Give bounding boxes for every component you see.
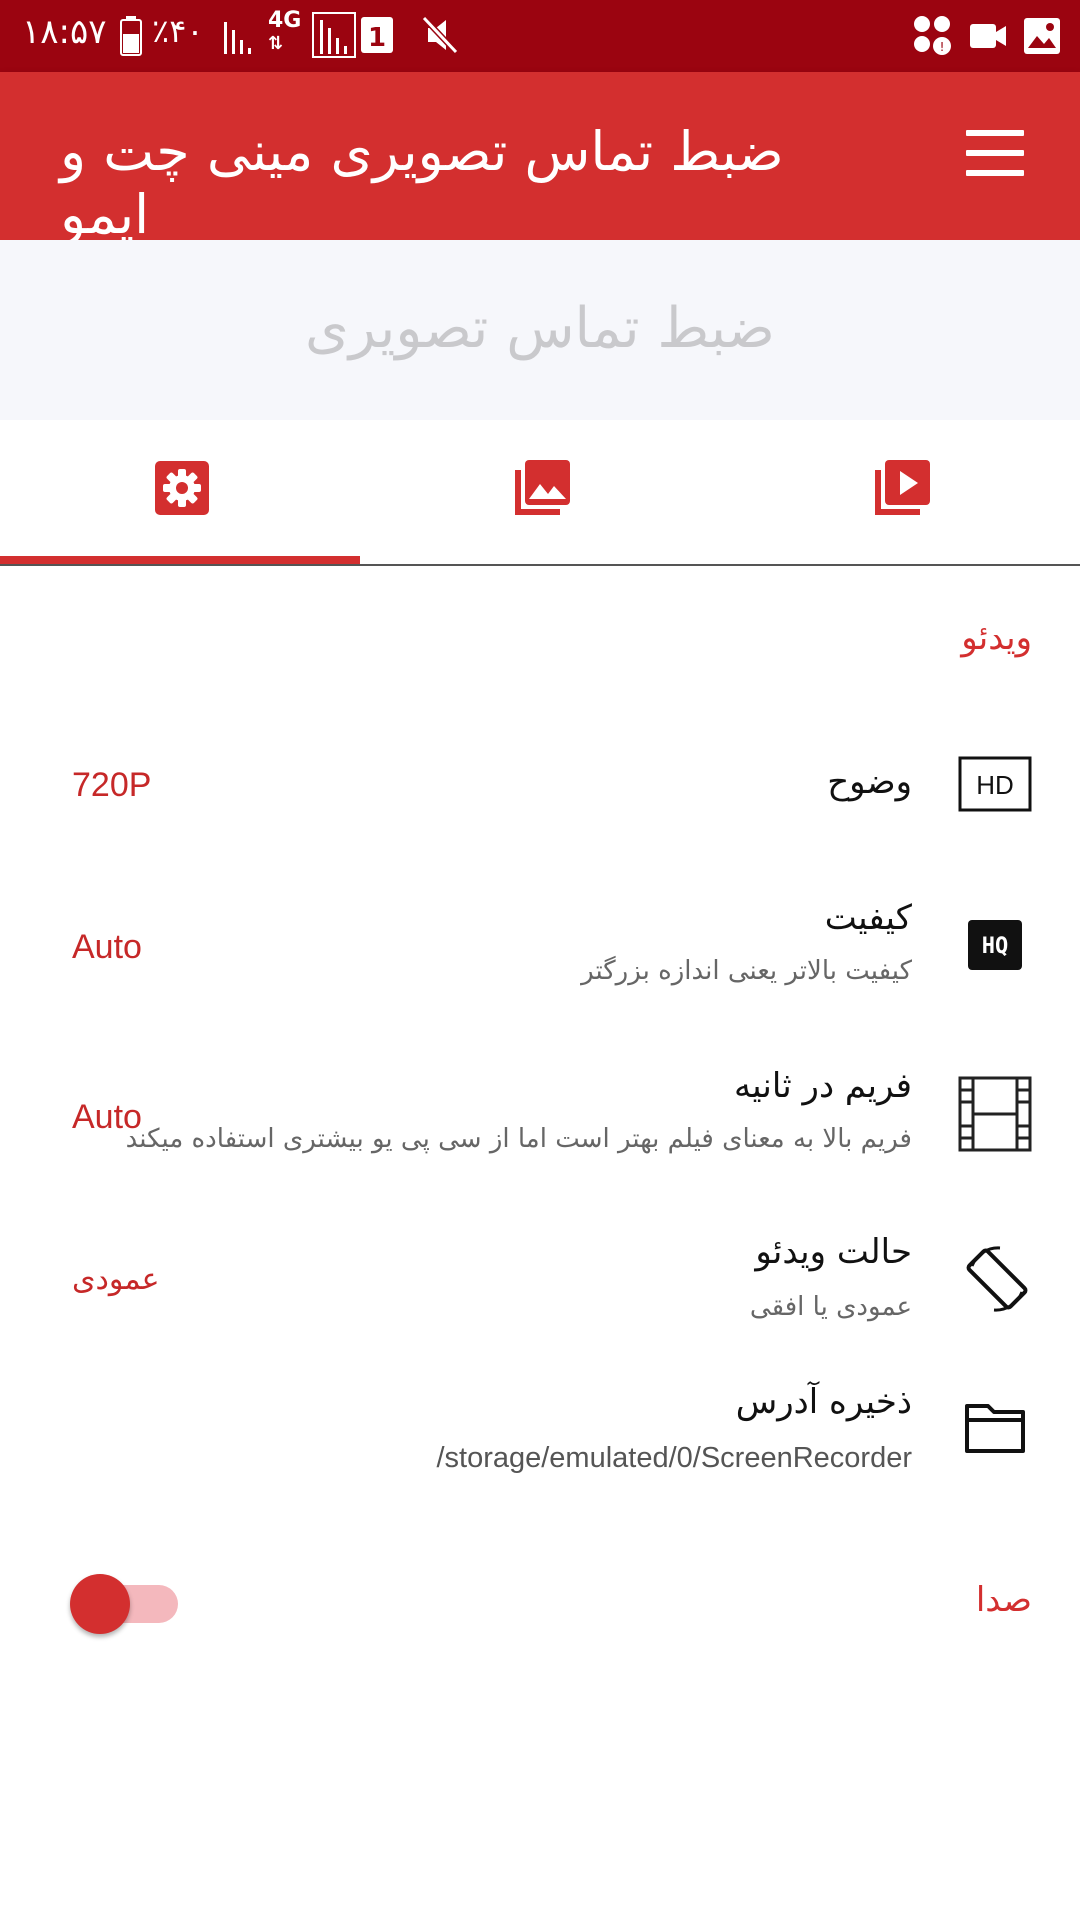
videocam-icon — [970, 24, 1006, 48]
tab-settings[interactable] — [0, 420, 360, 564]
toggle-thumb — [70, 1574, 130, 1634]
setting-title: ذخیره آدرس — [735, 1382, 912, 1422]
setting-title: وضوح — [827, 762, 912, 802]
svg-text:!: ! — [940, 40, 945, 54]
setting-save-path[interactable]: ذخیره آدرس /storage/emulated/0/ScreenRec… — [0, 1376, 1080, 1506]
banner: ضبط تماس تصویری — [0, 240, 1080, 420]
setting-orientation[interactable]: حالت ویدئو عمودی یا افقی عمودی — [0, 1220, 1080, 1350]
setting-quality[interactable]: HQ کیفیت کیفیت بالاتر یعنی اندازه بزرگتر… — [0, 890, 1080, 1020]
svg-text:HD: HD — [976, 770, 1014, 800]
section-title-video: ویدئو — [961, 618, 1032, 658]
screen-rotation-icon — [966, 1246, 1028, 1312]
svg-text:1: 1 — [368, 23, 386, 53]
mute-icon — [421, 15, 459, 55]
signal-strength-icon — [312, 12, 356, 58]
signal-icon — [224, 22, 251, 54]
film-strip-icon — [958, 1076, 1032, 1152]
photo-library-icon — [515, 460, 570, 515]
menu-icon-bar — [966, 170, 1024, 176]
gear-icon — [155, 461, 209, 515]
battery-percent: ٪۴۰ — [152, 12, 204, 50]
sound-toggle[interactable] — [70, 1570, 180, 1634]
apps-notification-icon: ! — [914, 16, 951, 55]
svg-text:HQ: HQ — [982, 934, 1009, 959]
setting-subtitle: فریم بالا به معنای فیلم بهتر است اما از … — [125, 1124, 912, 1154]
tab-gallery[interactable] — [360, 420, 720, 564]
status-time: ۱۸:۵۷ — [22, 12, 107, 52]
sim-icon: 1 — [361, 17, 393, 53]
setting-title: کیفیت — [824, 898, 912, 938]
hd-icon: HD — [958, 756, 1032, 812]
status-bar: ۱۸:۵۷ ٪۴۰ 4G ⇅ 1 ! — [0, 0, 1080, 72]
image-icon — [1024, 18, 1060, 54]
setting-fps[interactable]: فریم در ثانیه فریم بالا به معنای فیلم به… — [0, 1060, 1080, 1190]
tab-videos[interactable] — [720, 420, 1080, 564]
menu-icon-bar — [966, 150, 1024, 156]
menu-icon — [966, 130, 1024, 136]
banner-text: ضبط تماس تصویری — [305, 296, 775, 361]
setting-subtitle: عمودی یا افقی — [749, 1292, 912, 1322]
folder-icon — [965, 1404, 1025, 1453]
menu-button[interactable] — [966, 130, 1024, 180]
app-title: ضبط تماس تصویری مینی چت و ایمو — [60, 120, 784, 246]
hq-icon: HQ — [968, 920, 1022, 970]
app-bar: ضبط تماس تصویری مینی چت و ایمو — [0, 72, 1080, 246]
setting-value: Auto — [72, 1098, 142, 1136]
setting-title: حالت ویدئو — [755, 1232, 912, 1272]
setting-title: فریم در ثانیه — [733, 1066, 912, 1106]
setting-value: 720P — [72, 766, 152, 804]
battery-icon — [120, 16, 142, 56]
video-library-icon — [875, 460, 930, 515]
sound-label: صدا — [975, 1580, 1032, 1620]
tab-indicator — [0, 556, 360, 564]
setting-subtitle: کیفیت بالاتر یعنی اندازه بزرگتر — [581, 956, 912, 986]
network-type: 4G ⇅ — [268, 8, 302, 55]
setting-value: Auto — [72, 928, 142, 966]
setting-value: عمودی — [72, 1262, 160, 1297]
setting-resolution[interactable]: HD وضوح 720P — [0, 740, 1080, 840]
tab-bar — [0, 420, 1080, 566]
setting-subtitle: /storage/emulated/0/ScreenRecorder — [436, 1442, 912, 1474]
